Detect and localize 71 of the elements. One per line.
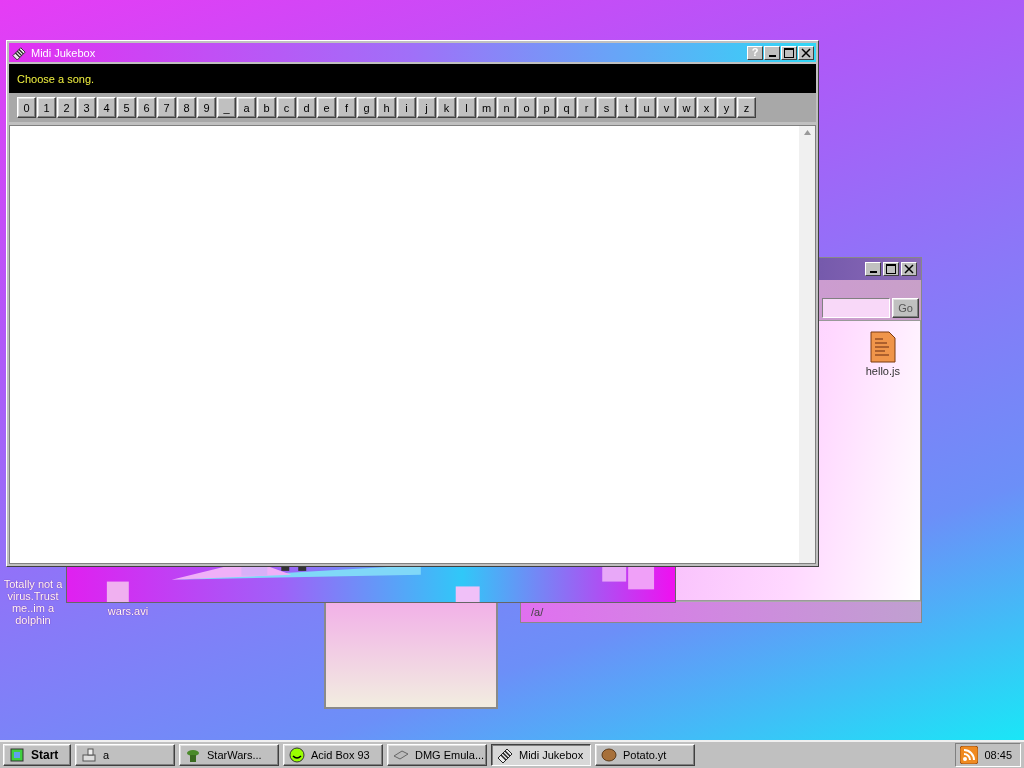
letter-button[interactable]: u: [637, 97, 656, 118]
close-button[interactable]: [798, 45, 814, 60]
letter-button[interactable]: b: [257, 97, 276, 118]
window-title: Midi Jukebox: [31, 46, 97, 59]
close-button[interactable]: [901, 262, 917, 276]
start-button[interactable]: Start: [3, 744, 71, 766]
letter-button[interactable]: 8: [177, 97, 196, 118]
letter-button[interactable]: x: [697, 97, 716, 118]
minimize-button[interactable]: [764, 45, 780, 60]
letter-button[interactable]: v: [657, 97, 676, 118]
letter-button[interactable]: h: [377, 97, 396, 118]
start-logo-icon: [9, 747, 25, 763]
prompt-text: Choose a song.: [17, 72, 95, 85]
scrollbar[interactable]: [799, 126, 815, 563]
piano-icon: [497, 747, 513, 763]
letter-button[interactable]: 6: [137, 97, 156, 118]
letter-button[interactable]: m: [477, 97, 496, 118]
letter-button[interactable]: j: [417, 97, 436, 118]
letter-button[interactable]: o: [517, 97, 536, 118]
letter-button[interactable]: q: [557, 97, 576, 118]
letter-button[interactable]: d: [297, 97, 316, 118]
minimize-icon: [869, 271, 877, 273]
file-icon: [869, 331, 896, 363]
letter-button[interactable]: 7: [157, 97, 176, 118]
letter-button[interactable]: 1: [37, 97, 56, 118]
letter-button[interactable]: z: [737, 97, 756, 118]
letter-button[interactable]: 4: [97, 97, 116, 118]
letter-button[interactable]: p: [537, 97, 556, 118]
letter-button[interactable]: k: [437, 97, 456, 118]
maximize-button[interactable]: [883, 262, 899, 276]
letter-button[interactable]: y: [717, 97, 736, 118]
maximize-button[interactable]: [781, 45, 797, 60]
taskbar-button[interactable]: Potato.yt: [595, 744, 695, 766]
letter-button[interactable]: r: [577, 97, 596, 118]
letter-button[interactable]: n: [497, 97, 516, 118]
letter-button[interactable]: s: [597, 97, 616, 118]
letter-button[interactable]: g: [357, 97, 376, 118]
letter-button[interactable]: 5: [117, 97, 136, 118]
letter-button[interactable]: a: [237, 97, 256, 118]
potato-icon: [601, 747, 617, 763]
piano-icon: [11, 45, 27, 60]
letter-button[interactable]: 2: [57, 97, 76, 118]
minimize-icon: [768, 54, 776, 57]
address-field[interactable]: [822, 298, 891, 318]
rss-icon[interactable]: [960, 746, 979, 764]
letter-button[interactable]: w: [677, 97, 696, 118]
close-icon: [801, 47, 811, 58]
taskbar-button[interactable]: Midi Jukebox: [491, 744, 591, 766]
letter-button[interactable]: 9: [197, 97, 216, 118]
path-text: /a/: [531, 606, 544, 618]
taskbar-button[interactable]: a: [75, 744, 175, 766]
taskbar-button[interactable]: DMG Emula...: [387, 744, 487, 766]
maximize-icon: [886, 264, 896, 274]
letter-button[interactable]: t: [617, 97, 636, 118]
letter-button[interactable]: 0: [17, 97, 36, 118]
smiley-icon: [289, 747, 305, 763]
letter-button[interactable]: 3: [77, 97, 96, 118]
go-button[interactable]: Go: [892, 298, 919, 318]
taskbar-button[interactable]: Acid Box 93: [283, 744, 383, 766]
letter-button[interactable]: e: [317, 97, 336, 118]
maximize-icon: [784, 47, 794, 58]
minimize-button[interactable]: [865, 262, 881, 276]
letter-button[interactable]: c: [277, 97, 296, 118]
letter-button[interactable]: f: [337, 97, 356, 118]
clock: 08:45: [984, 749, 1012, 761]
letter-button[interactable]: _: [217, 97, 236, 118]
file-label[interactable]: hello.js: [865, 365, 900, 377]
letter-button[interactable]: l: [457, 97, 476, 118]
close-icon: [904, 264, 914, 274]
taskbar-button[interactable]: StarWars...: [179, 744, 279, 766]
letter-button[interactable]: i: [397, 97, 416, 118]
